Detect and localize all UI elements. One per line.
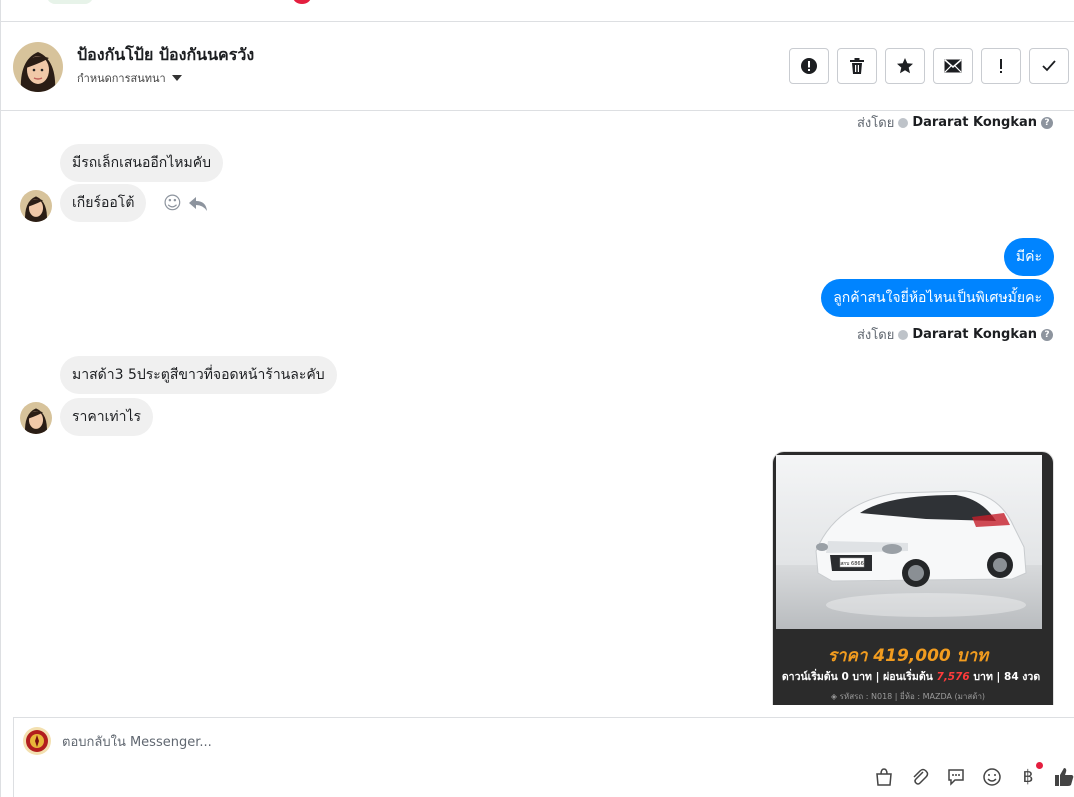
installment-label: ผ่อนเริ่มต้น <box>883 671 933 683</box>
payment-notification-dot <box>1036 762 1043 769</box>
like-button[interactable] <box>1053 766 1074 788</box>
contact-name[interactable]: ป้องกันโป้ย ป้องกันนครวัง <box>77 43 254 68</box>
envelope-icon <box>944 59 962 73</box>
reply-arrow-icon[interactable] <box>188 195 208 213</box>
shop-bag-button[interactable] <box>873 766 895 788</box>
down-unit: บาท <box>852 671 872 683</box>
help-icon[interactable]: ? <box>1041 116 1053 129</box>
saved-replies-button[interactable] <box>945 766 967 788</box>
smiley-icon <box>983 768 1001 786</box>
payment-button[interactable]: ฿ <box>1017 762 1043 788</box>
contact-avatar[interactable] <box>13 42 63 92</box>
sent-by-label: ส่งโดย <box>856 328 895 343</box>
conversation-toolbar <box>789 48 1069 84</box>
installment-value: 7,576 <box>936 671 970 683</box>
installment-months: 84 งวด <box>1004 671 1041 683</box>
alert-circle-icon <box>801 58 817 74</box>
car-meta: ◈ รหัสรถ : N018 | ยี่ห้อ : MAZDA (มาสด้า… <box>773 690 1043 703</box>
down-label: ดาวน์เริ่มต้น <box>781 671 838 683</box>
message-bubble-incoming[interactable]: ราคาเท่าไร <box>60 398 154 436</box>
terms-separator: | <box>996 671 1001 683</box>
car-meta-text: รหัสรถ : N018 | ยี่ห้อ : MAZDA (มาสด้า) <box>839 692 986 701</box>
conversation-settings-label: กำหนดการสนทนา <box>77 72 166 85</box>
terms-separator: | <box>875 671 880 683</box>
assign-icon <box>898 117 909 128</box>
shopping-bag-icon <box>876 768 892 786</box>
car-photo: สกบ 6866 <box>776 455 1042 629</box>
message-bubble-incoming[interactable]: มาสด้า3 5ประตูสีขาวที่จอดหน้าร้านละคับ <box>60 356 337 394</box>
assign-icon <box>898 329 909 340</box>
installment-unit: บาท <box>973 671 993 683</box>
page-avatar <box>23 727 51 755</box>
mark-done-button[interactable] <box>1029 48 1069 84</box>
notification-badge <box>293 0 311 4</box>
delete-button[interactable] <box>837 48 877 84</box>
car-price: ราคา 419,000 บาท <box>827 646 989 666</box>
car-payment-terms: ดาวน์เริ่มต้น 0 บาท | ผ่อนเริ่มต้น 7,576… <box>773 668 1049 685</box>
car-listing-image[interactable]: สกบ 6866 ราคา 419,000 บาท ดาวน์เริ่มต้น … <box>772 451 1054 705</box>
thumbs-up-icon <box>1055 768 1074 786</box>
sender-avatar[interactable] <box>20 190 52 222</box>
checkmark-icon <box>1042 60 1056 72</box>
emoji-button[interactable] <box>981 766 1003 788</box>
sent-by-label: ส่งโดย <box>856 116 895 131</box>
spam-button[interactable] <box>789 48 829 84</box>
chat-bubble-icon <box>948 769 964 786</box>
attach-button[interactable] <box>909 766 931 788</box>
important-button[interactable] <box>981 48 1021 84</box>
composer-actions: ฿ <box>873 762 1074 788</box>
mark-unread-button[interactable] <box>933 48 973 84</box>
trash-icon <box>850 58 864 74</box>
nav-pill[interactable] <box>47 0 93 4</box>
sent-by-indicator: ส่งโดย Dararat Kongkan ? <box>857 324 1053 345</box>
message-thread[interactable]: ส่งโดย Dararat Kongkan ? มีรถเล็กเสนออีก… <box>1 112 1074 705</box>
exclamation-icon <box>1000 59 1002 73</box>
conversation-header: ป้องกันโป้ย ป้องกันนครวัง กำหนดการสนทนา <box>1 23 1074 111</box>
tag-icon: ◈ <box>830 692 838 701</box>
help-icon[interactable]: ? <box>1041 328 1053 341</box>
sent-by-indicator: ส่งโดย Dararat Kongkan ? <box>857 112 1053 133</box>
star-button[interactable] <box>885 48 925 84</box>
sent-by-name[interactable]: Dararat Kongkan <box>912 115 1037 130</box>
conversation-settings-dropdown[interactable]: กำหนดการสนทนา <box>77 69 182 87</box>
reply-composer: ฿ <box>13 717 1074 797</box>
caret-down-icon <box>171 75 182 81</box>
sent-by-name[interactable]: Dararat Kongkan <box>912 327 1037 342</box>
reply-input[interactable] <box>62 732 962 752</box>
top-nav-strip <box>1 0 1074 22</box>
paperclip-icon <box>913 768 929 785</box>
down-value: 0 <box>841 671 849 683</box>
react-smiley-icon[interactable]: ☺ <box>163 193 182 214</box>
message-bubble-outgoing[interactable]: ลูกค้าสนใจยี่ห้อไหนเป็นพิเศษมั้ยคะ <box>821 279 1054 317</box>
sender-avatar[interactable] <box>20 402 52 434</box>
message-actions: ☺ <box>163 193 208 214</box>
baht-icon: ฿ <box>1022 767 1034 787</box>
message-bubble-outgoing[interactable]: มีค่ะ <box>1003 238 1054 276</box>
star-icon <box>897 58 913 74</box>
license-plate: สกบ 6866 <box>840 561 864 567</box>
messenger-inbox: ป้องกันโป้ย ป้องกันนครวัง กำหนดการสนทนา <box>0 0 1074 797</box>
message-bubble-incoming[interactable]: เกียร์ออโต้ <box>60 184 147 222</box>
message-bubble-incoming[interactable]: มีรถเล็กเสนออีกไหมคับ <box>60 144 224 182</box>
